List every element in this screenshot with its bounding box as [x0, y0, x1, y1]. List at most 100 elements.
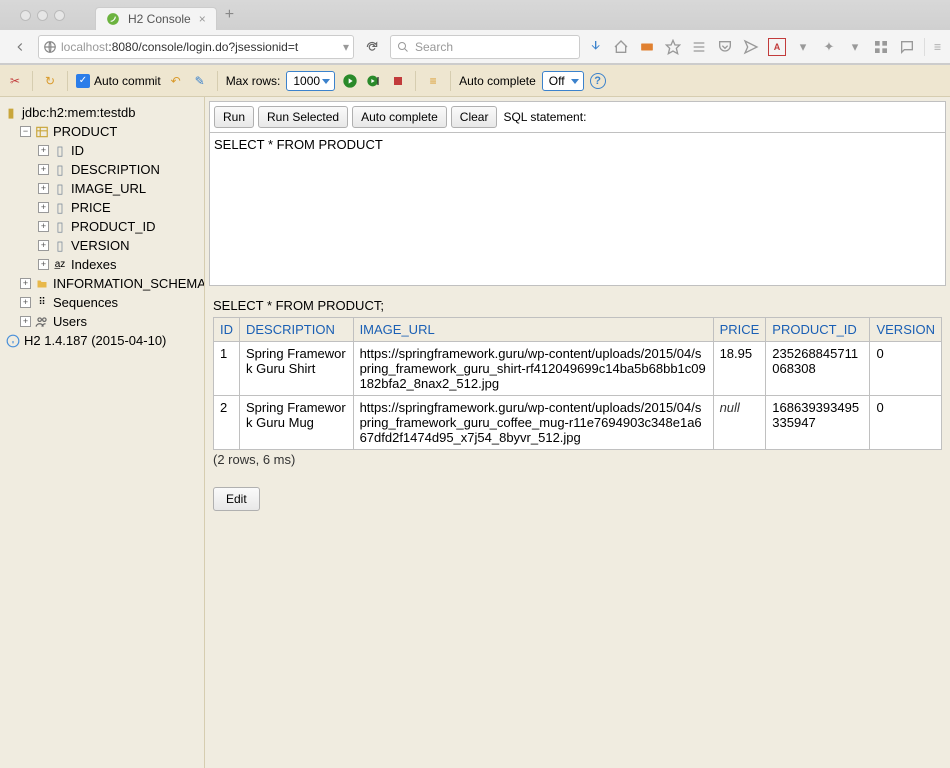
- search-icon: [397, 41, 409, 53]
- history-icon[interactable]: ≡: [424, 72, 442, 90]
- col-header-version[interactable]: VERSION: [876, 322, 935, 337]
- sql-panel: Run Run Selected Auto complete Clear SQL…: [209, 101, 946, 286]
- tree-col-product-id[interactable]: + ▯ PRODUCT_ID: [4, 217, 200, 236]
- sql-textarea[interactable]: [210, 132, 945, 282]
- tree-col-description[interactable]: + ▯ DESCRIPTION: [4, 160, 200, 179]
- list-icon[interactable]: [690, 38, 708, 56]
- browser-toolbar-icons: A ▾ ✦ ▾: [586, 38, 942, 56]
- chat-icon[interactable]: [898, 38, 916, 56]
- col-header-description[interactable]: DESCRIPTION: [246, 322, 335, 337]
- search-field[interactable]: Search: [390, 35, 580, 59]
- download-icon[interactable]: [586, 38, 604, 56]
- tree-col-price[interactable]: + ▯ PRICE: [4, 198, 200, 217]
- dropdown-icon[interactable]: ▾: [794, 38, 812, 56]
- menu-icon[interactable]: [924, 38, 942, 56]
- cell-version: 0: [870, 342, 942, 396]
- browser-chrome: H2 Console × + localhost :8080/console/l…: [0, 0, 950, 65]
- refresh-tree-icon[interactable]: ↻: [41, 72, 59, 90]
- back-button[interactable]: [8, 35, 32, 59]
- help-icon[interactable]: ?: [590, 73, 606, 89]
- users-label: Users: [53, 314, 87, 329]
- dropdown2-icon[interactable]: ▾: [846, 38, 864, 56]
- undo-icon[interactable]: ↶: [167, 72, 185, 90]
- main-layout: ▮ jdbc:h2:mem:testdb − PRODUCT + ▯ ID + …: [0, 97, 950, 768]
- max-rows-select[interactable]: 1000: [286, 71, 335, 91]
- reader-dropdown-icon[interactable]: ▾: [343, 40, 349, 54]
- expand-icon[interactable]: +: [38, 221, 49, 232]
- expand-icon[interactable]: +: [20, 297, 31, 308]
- folder-icon: [35, 277, 49, 291]
- browser-tab[interactable]: H2 Console ×: [95, 7, 217, 30]
- col-header-price[interactable]: PRICE: [720, 322, 760, 337]
- version-label: H2 1.4.187 (2015-04-10): [24, 333, 166, 348]
- expand-icon[interactable]: +: [38, 202, 49, 213]
- grid-icon[interactable]: [872, 38, 890, 56]
- tree-info-schema[interactable]: + INFORMATION_SCHEMA: [4, 274, 200, 293]
- info-icon: [6, 334, 20, 348]
- col-header-product-id[interactable]: PRODUCT_ID: [772, 322, 857, 337]
- col-label: DESCRIPTION: [71, 162, 160, 177]
- expand-icon[interactable]: +: [38, 164, 49, 175]
- tree-sequences[interactable]: + ⠿ Sequences: [4, 293, 200, 312]
- results-footer: (2 rows, 6 ms): [213, 452, 942, 467]
- close-window-icon[interactable]: [20, 10, 31, 21]
- tree-users[interactable]: + Users: [4, 312, 200, 331]
- clear-button[interactable]: Clear: [451, 106, 498, 128]
- disconnect-icon[interactable]: ✂: [6, 72, 24, 90]
- run-button[interactable]: Run: [214, 106, 254, 128]
- star-icon[interactable]: [664, 38, 682, 56]
- auto-commit-checkbox[interactable]: ✓ Auto commit: [76, 74, 161, 88]
- edit-button[interactable]: Edit: [213, 487, 260, 511]
- home-icon[interactable]: [612, 38, 630, 56]
- col-header-image-url[interactable]: IMAGE_URL: [360, 322, 435, 337]
- collapse-icon[interactable]: −: [20, 126, 31, 137]
- refresh-button[interactable]: [360, 35, 384, 59]
- tree-col-version[interactable]: + ▯ VERSION: [4, 236, 200, 255]
- expand-icon[interactable]: +: [20, 316, 31, 327]
- cell-image-url: https://springframework.guru/wp-content/…: [353, 396, 713, 450]
- minimize-window-icon[interactable]: [37, 10, 48, 21]
- stop-icon[interactable]: [389, 72, 407, 90]
- expand-icon[interactable]: +: [38, 259, 49, 270]
- new-tab-button[interactable]: +: [225, 6, 234, 24]
- run-selected-button[interactable]: Run Selected: [258, 106, 348, 128]
- max-rows-value: 1000: [293, 74, 320, 88]
- tree-indexes[interactable]: + a̲z Indexes: [4, 255, 200, 274]
- col-header-id[interactable]: ID: [220, 322, 233, 337]
- commit-icon[interactable]: ✎: [191, 72, 209, 90]
- expand-icon[interactable]: +: [38, 183, 49, 194]
- tree-db-url[interactable]: ▮ jdbc:h2:mem:testdb: [4, 103, 200, 122]
- auto-complete-button[interactable]: Auto complete: [352, 106, 447, 128]
- auto-complete-label: Auto complete: [459, 74, 536, 88]
- results-table: ID DESCRIPTION IMAGE_URL PRICE PRODUCT_I…: [213, 317, 942, 450]
- pdf-icon[interactable]: A: [768, 38, 786, 56]
- column-icon: ▯: [53, 201, 67, 215]
- h2-toolbar: ✂ ↻ ✓ Auto commit ↶ ✎ Max rows: 1000 ≡ A…: [0, 65, 950, 97]
- tree-col-id[interactable]: + ▯ ID: [4, 141, 200, 160]
- tab-close-icon[interactable]: ×: [199, 12, 206, 26]
- cell-product-id: 235268845711068308: [766, 342, 870, 396]
- url-path: :8080/console/login.do?jsessionid=t: [108, 40, 298, 54]
- auto-complete-value: Off: [549, 74, 565, 88]
- expand-icon[interactable]: +: [38, 145, 49, 156]
- expand-icon[interactable]: +: [20, 278, 31, 289]
- column-icon: ▯: [53, 182, 67, 196]
- send-icon[interactable]: [742, 38, 760, 56]
- column-icon: ▯: [53, 239, 67, 253]
- cell-product-id: 168639393495335947: [766, 396, 870, 450]
- run-selected-icon[interactable]: [365, 72, 383, 90]
- run-icon[interactable]: [341, 72, 359, 90]
- tree-table-product[interactable]: − PRODUCT: [4, 122, 200, 141]
- column-icon: ▯: [53, 220, 67, 234]
- folder-icon[interactable]: [638, 38, 656, 56]
- col-label: VERSION: [71, 238, 130, 253]
- expand-icon[interactable]: +: [38, 240, 49, 251]
- db-url-text: jdbc:h2:mem:testdb: [22, 105, 135, 120]
- url-field[interactable]: localhost :8080/console/login.do?jsessio…: [38, 35, 354, 59]
- content-area: Run Run Selected Auto complete Clear SQL…: [205, 97, 950, 768]
- wand-icon[interactable]: ✦: [820, 38, 838, 56]
- pocket-icon[interactable]: [716, 38, 734, 56]
- maximize-window-icon[interactable]: [54, 10, 65, 21]
- tree-col-image-url[interactable]: + ▯ IMAGE_URL: [4, 179, 200, 198]
- auto-complete-select[interactable]: Off: [542, 71, 584, 91]
